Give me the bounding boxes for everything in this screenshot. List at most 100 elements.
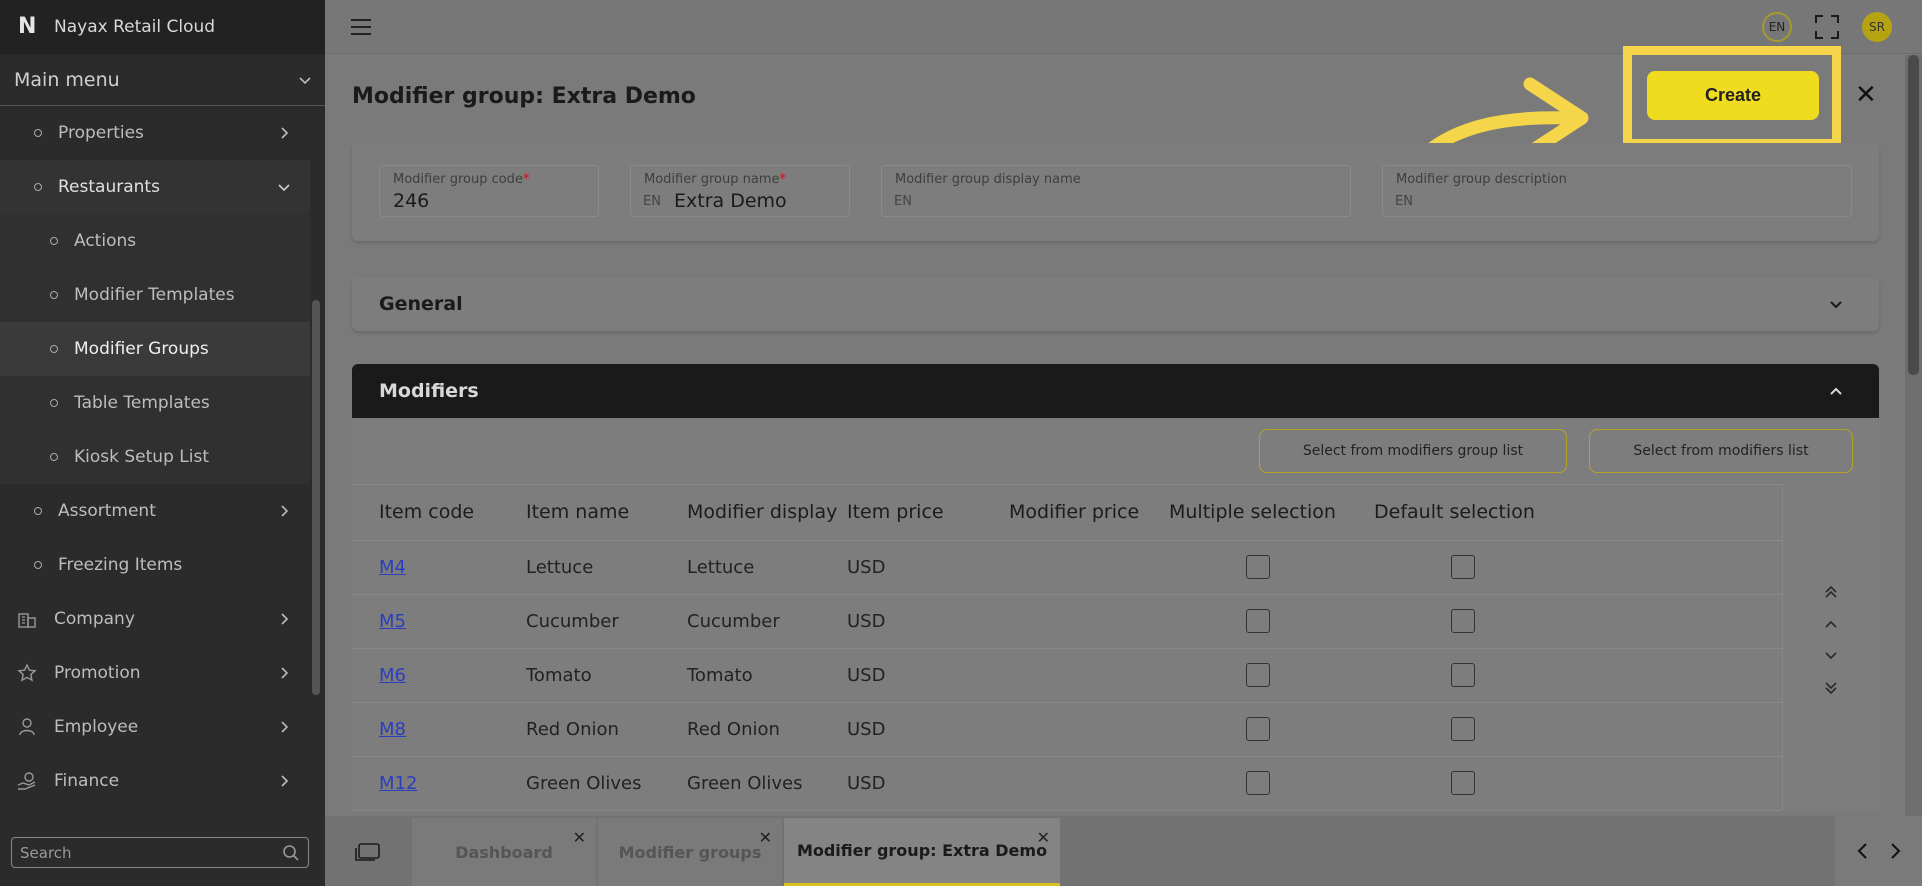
- sidebar-search[interactable]: Search: [11, 837, 309, 868]
- item-price: USD: [847, 719, 886, 740]
- main-menu-toggle[interactable]: Main menu: [0, 54, 325, 106]
- close-icon[interactable]: ✕: [759, 828, 772, 847]
- sidebar-item-label: Finance: [54, 771, 120, 791]
- table-header: Item code Item name Modifier display Ite…: [352, 485, 1782, 541]
- tab-modifier-groups[interactable]: Modifier groups ✕: [598, 818, 782, 886]
- code-label: Modifier group code*: [393, 172, 530, 187]
- item-price: USD: [847, 773, 886, 794]
- header-item-code[interactable]: Item code: [379, 501, 474, 523]
- move-to-bottom-icon[interactable]: [1823, 680, 1839, 696]
- sidebar-item-actions[interactable]: Actions: [0, 214, 310, 268]
- item-code-link[interactable]: M6: [379, 665, 406, 686]
- multiple-selection-checkbox[interactable]: [1246, 609, 1270, 633]
- sidebar-item-finance[interactable]: Finance: [0, 754, 310, 808]
- modifier-group-display-name-field[interactable]: Modifier group display name EN: [881, 165, 1351, 217]
- sidebar-item-label: Actions: [74, 231, 137, 251]
- sidebar-item-label: Modifier Templates: [74, 285, 235, 305]
- user-avatar[interactable]: SR: [1862, 12, 1892, 42]
- sidebar-item-freezing-items[interactable]: Freezing Items: [0, 538, 310, 592]
- default-selection-checkbox[interactable]: [1451, 771, 1475, 795]
- header-modifier-price[interactable]: Modifier price: [1009, 501, 1139, 523]
- close-icon[interactable]: ✕: [1037, 828, 1050, 847]
- fullscreen-icon[interactable]: [1814, 14, 1840, 40]
- sidebar-item-assortment[interactable]: Assortment: [0, 484, 310, 538]
- item-code-link[interactable]: M5: [379, 611, 406, 632]
- scrollbar-thumb[interactable]: [1908, 55, 1919, 375]
- item-code-link[interactable]: M8: [379, 719, 406, 740]
- select-from-modifiers-group-list-button[interactable]: Select from modifiers group list: [1259, 429, 1567, 473]
- sidebar-item-modifier-groups[interactable]: Modifier Groups: [0, 322, 310, 376]
- default-selection-checkbox[interactable]: [1451, 717, 1475, 741]
- item-price: USD: [847, 665, 886, 686]
- multiple-selection-checkbox[interactable]: [1246, 663, 1270, 687]
- header-default-selection[interactable]: Default selection: [1374, 501, 1535, 523]
- modifiers-table: Item code Item name Modifier display Ite…: [352, 484, 1782, 811]
- modifier-group-description-field[interactable]: Modifier group description EN: [1382, 165, 1852, 217]
- main-scrollbar[interactable]: [1905, 55, 1922, 825]
- tab-modifier-group-extra-demo[interactable]: Modifier group: Extra Demo ✕: [784, 818, 1060, 886]
- bullet-icon: [34, 561, 42, 569]
- create-button[interactable]: Create: [1647, 71, 1819, 120]
- sidebar-item-label: Freezing Items: [58, 555, 183, 575]
- sidebar-item-kiosk-setup-list[interactable]: Kiosk Setup List: [0, 430, 310, 484]
- general-section-header[interactable]: General: [352, 277, 1879, 331]
- header-item-name[interactable]: Item name: [526, 501, 629, 523]
- move-to-top-icon[interactable]: [1823, 584, 1839, 600]
- code-value[interactable]: 246: [393, 190, 429, 212]
- sidebar-item-properties[interactable]: Properties: [0, 106, 310, 160]
- sidebar-item-company[interactable]: Company: [0, 592, 310, 646]
- chevron-left-icon[interactable]: [1856, 842, 1870, 860]
- multiple-selection-checkbox[interactable]: [1246, 717, 1270, 741]
- sidebar-scrollbar[interactable]: [312, 300, 320, 695]
- sidebar-item-employee[interactable]: Employee: [0, 700, 310, 754]
- sidebar-item-label: Kiosk Setup List: [74, 447, 209, 467]
- modifiers-section-header[interactable]: Modifiers: [352, 364, 1879, 418]
- name-value[interactable]: Extra Demo: [674, 190, 787, 212]
- sidebar-item-table-templates[interactable]: Table Templates: [0, 376, 310, 430]
- hamburger-menu-icon[interactable]: [351, 19, 371, 35]
- tab-navigation: [1835, 816, 1922, 886]
- header-item-price[interactable]: Item price: [847, 501, 944, 523]
- display-label: Modifier group display name: [895, 172, 1081, 187]
- chevron-right-icon: [281, 505, 289, 517]
- close-icon[interactable]: ✕: [1855, 80, 1877, 110]
- tab-label: Dashboard: [455, 842, 553, 862]
- modifier-group-code-field[interactable]: Modifier group code* 246: [379, 165, 599, 217]
- chevron-right-icon[interactable]: [1888, 842, 1902, 860]
- modifier-group-name-field[interactable]: Modifier group name* EN Extra Demo: [630, 165, 850, 217]
- page-title: Modifier group: Extra Demo: [352, 84, 696, 109]
- language-button[interactable]: EN: [1762, 12, 1792, 42]
- close-icon[interactable]: ✕: [573, 828, 586, 847]
- modifier-display: Lettuce: [687, 557, 755, 578]
- sidebar-item-modifier-templates[interactable]: Modifier Templates: [0, 268, 310, 322]
- tab-dashboard[interactable]: Dashboard ✕: [412, 818, 596, 886]
- multiple-selection-checkbox[interactable]: [1246, 771, 1270, 795]
- header-modifier-display[interactable]: Modifier display: [687, 501, 837, 523]
- bullet-icon: [34, 183, 42, 191]
- tab-bar: Dashboard ✕ Modifier groups ✕ Modifier g…: [325, 816, 1922, 886]
- default-selection-checkbox[interactable]: [1451, 663, 1475, 687]
- bullet-icon: [34, 129, 42, 137]
- default-selection-checkbox[interactable]: [1451, 609, 1475, 633]
- main-menu-label: Main menu: [14, 68, 120, 91]
- move-down-icon[interactable]: [1823, 648, 1839, 664]
- tabs-overview-icon[interactable]: [355, 842, 381, 862]
- sidebar-item-label: Modifier Groups: [74, 339, 209, 359]
- search-input[interactable]: Search: [20, 844, 72, 862]
- move-up-icon[interactable]: [1823, 616, 1839, 632]
- item-code-link[interactable]: M12: [379, 773, 417, 794]
- modifier-display: Green Olives: [687, 773, 803, 794]
- item-code-link[interactable]: M4: [379, 557, 406, 578]
- display-lang-prefix: EN: [894, 194, 912, 209]
- bullet-icon: [50, 453, 58, 461]
- brand-header[interactable]: N Nayax Retail Cloud: [0, 0, 325, 54]
- multiple-selection-checkbox[interactable]: [1246, 555, 1270, 579]
- chevron-right-icon: [281, 127, 289, 139]
- star-icon: [16, 662, 38, 684]
- default-selection-checkbox[interactable]: [1451, 555, 1475, 579]
- name-label: Modifier group name*: [644, 172, 786, 187]
- sidebar-item-promotion[interactable]: Promotion: [0, 646, 310, 700]
- header-multiple-selection[interactable]: Multiple selection: [1169, 501, 1336, 523]
- sidebar-item-restaurants[interactable]: Restaurants: [0, 160, 310, 214]
- select-from-modifiers-list-button[interactable]: Select from modifiers list: [1589, 429, 1853, 473]
